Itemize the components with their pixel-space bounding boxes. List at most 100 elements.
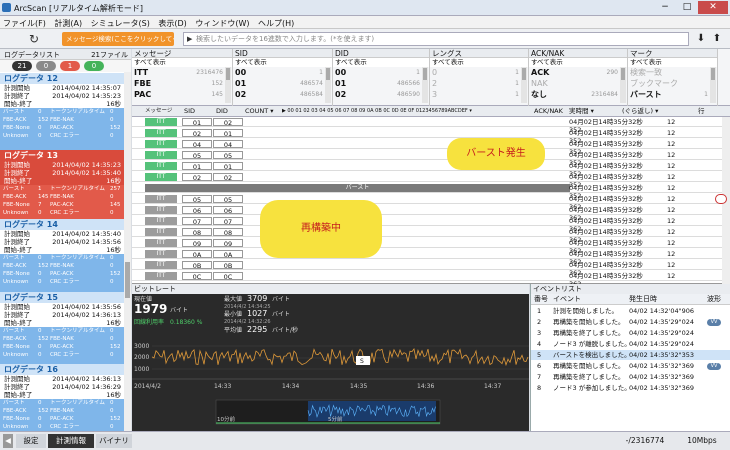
table-row[interactable]: ITT 01 01 04月02日14時35分32秒352 12 (132, 161, 722, 178)
col-message[interactable]: メッセージ (145, 106, 172, 117)
menu-file[interactable]: ファイル(F) (0, 16, 49, 29)
col-wrap[interactable]: (ぐら返し) ▾ (622, 106, 658, 117)
filter-option[interactable]: 01 486566 (333, 78, 429, 89)
search-next-icon[interactable]: ⬇ (694, 32, 708, 46)
event-row[interactable]: 3 再構築を終了しました。 04/02 14:35'29"024 (531, 328, 730, 338)
filter-option[interactable]: 00 1 (233, 67, 332, 78)
event-row[interactable]: 5 バーストを検出しました。 04/02 14:35'32"353 (531, 350, 730, 360)
table-row[interactable]: ITT 06 06 04月02日14時35分32秒362 12 (132, 205, 722, 222)
filter-scrollbar[interactable] (225, 67, 231, 103)
pill-all[interactable]: 21 (12, 61, 32, 71)
close-button[interactable]: ✕ (698, 1, 728, 14)
filter-option[interactable]: 01 (430, 67, 528, 78)
table-row[interactable]: ITT 0C 0C 04月02日14時35分32秒362 12 (132, 271, 722, 288)
filter-option[interactable]: NAK (529, 78, 627, 89)
col-event[interactable]: イベント (553, 294, 581, 305)
table-row[interactable]: ITT 05 05 04月02日14時35分32秒362 12 (132, 194, 722, 211)
log-group[interactable]: ログデータ 16 計測開始 2014/04/02 14:36:13 計測終了 2014/… (0, 364, 124, 434)
tab-prev-icon[interactable]: ◀ (3, 434, 13, 448)
search-prev-icon[interactable]: ⬆ (710, 32, 724, 46)
event-row[interactable]: 8 ノード3 が参加しました。 04/02 14:35'32"369 (531, 383, 730, 393)
log-group[interactable]: ログデータ 14 計測開始 2014/04/02 14:35:40 計測終了 2014/… (0, 219, 124, 292)
filter-scrollbar[interactable] (620, 67, 626, 103)
table-row[interactable]: ITT 0A 0A 04月02日14時35分32秒362 12 (132, 249, 722, 266)
event-row[interactable]: 4 ノード3 が離脱しました。 04/02 14:35'29"024 (531, 339, 730, 349)
col-line[interactable]: 行 (698, 106, 705, 117)
tab-measurement-info[interactable]: 計測情報 (48, 434, 94, 448)
col-event-time[interactable]: 発生日時 (629, 294, 657, 305)
y-tick-2000: 2000 (134, 354, 149, 361)
event-row[interactable]: 6 再構築を開始しました。 04/02 14:35'32"369 VV (531, 361, 730, 371)
left-scrollbar[interactable] (124, 72, 131, 431)
table-row[interactable]: バースト 04月02日14時35分32秒352 12 (132, 183, 722, 200)
table-row[interactable]: ITT 09 09 04月02日14時35分32秒362 12 (132, 238, 722, 255)
filter-option[interactable]: なし 2316484 (529, 89, 627, 100)
filter-select-all[interactable]: すべて表示 (233, 58, 332, 67)
bitrate-chart[interactable]: 3000 2000 1000 S 2014/4/2 14:33 14:34 14… (132, 338, 529, 431)
table-row[interactable]: ITT 0B 0B 04月02日14時35分32秒362 12 (132, 260, 722, 277)
tab-settings[interactable]: 設定 (16, 434, 46, 448)
filter-option[interactable]: FBE 152 (132, 78, 232, 89)
event-row[interactable]: 7 再構築を終了しました。 04/02 14:35'32"369 (531, 372, 730, 382)
filter-select-all[interactable]: すべて表示 (628, 58, 717, 67)
event-row[interactable]: 1 計測を開始しました。 04/02 14:32'04"906 (531, 306, 730, 316)
filter-option[interactable]: 21 (430, 78, 528, 89)
scroll-marker-icon[interactable] (715, 194, 727, 204)
filter-option[interactable]: 31 (430, 89, 528, 100)
menu-view[interactable]: 表示(D) (155, 16, 189, 29)
filter-option[interactable]: PAC 145 (132, 89, 232, 100)
filter-select-all[interactable]: すべて表示 (132, 58, 232, 67)
col-acknak[interactable]: ACK/NAK (534, 106, 563, 117)
col-count[interactable]: COUNT ▾ (245, 106, 274, 117)
filter-option-count: 1 (515, 69, 519, 76)
col-hex[interactable]: ▶ 00 01 02 03 04 05 06 07 08 09 0A 0B 0C… (282, 106, 472, 117)
event-row[interactable]: 2 再構築を開始しました。 04/02 14:35'29"024 VV (531, 317, 730, 327)
menu-simulator[interactable]: シミュレータ(S) (88, 16, 153, 29)
tab-binary[interactable]: バイナリ (96, 434, 132, 448)
menu-help[interactable]: ヘルプ(H) (255, 16, 297, 29)
col-wave[interactable]: 波形 (707, 294, 721, 305)
log-group[interactable]: ログデータ 15 計測開始 2014/04/02 14:35:56 計測終了 2014/… (0, 292, 124, 364)
filter-scrollbar[interactable] (710, 67, 716, 103)
log-group[interactable]: ログデータ 12 計測開始 2014/04/02 14:35:07 計測終了 2014/… (0, 73, 124, 150)
filter-option[interactable]: 検索一致 (628, 67, 717, 78)
filter-option[interactable]: バースト 1 (628, 89, 717, 100)
waveform-icon[interactable]: VV (707, 362, 721, 370)
col-did[interactable]: DID (216, 106, 228, 117)
pill-red[interactable]: 1 (60, 61, 80, 71)
col-sid[interactable]: SID (184, 106, 195, 117)
filter-scrollbar[interactable] (422, 67, 428, 103)
filter-option[interactable]: ブックマーク (628, 78, 717, 89)
message-search-button[interactable]: メッセージ検索(ここをクリックしてください) (62, 32, 174, 46)
refresh-icon[interactable]: ↻ (26, 32, 42, 46)
table-row[interactable]: ITT 04 04 04月02日14時35分32秒352 12 (132, 139, 722, 156)
table-row[interactable]: ITT 02 02 04月02日14時35分32秒352 12 (132, 172, 722, 189)
filter-scrollbar[interactable] (521, 67, 527, 103)
hex-search-input[interactable]: ▶ 検索したいデータを16進数で入力します。(*を使えます) (183, 32, 689, 46)
table-row[interactable]: ITT 07 07 04月02日14時35分32秒362 12 (132, 216, 722, 233)
filter-option[interactable]: ITT 2316476 (132, 67, 232, 78)
menu-measure[interactable]: 計測(A) (51, 16, 85, 29)
filter-option[interactable]: ACK 290 (529, 67, 627, 78)
maximize-button[interactable]: □ (676, 1, 698, 14)
filter-select-all[interactable]: すべて表示 (430, 58, 528, 67)
filter-select-all[interactable]: すべて表示 (529, 58, 627, 67)
table-row[interactable]: ITT 02 01 04月02日14時35分32秒352 12 (132, 128, 722, 145)
filter-option[interactable]: 00 1 (333, 67, 429, 78)
pill-gray[interactable]: 0 (36, 61, 56, 71)
table-row[interactable]: ITT 01 02 04月02日14時35分32秒352 12 (132, 117, 722, 134)
filter-option[interactable]: 02 486584 (233, 89, 332, 100)
log-group[interactable]: ログデータ 13 計測開始 2014/04/02 14:35:23 計測終了 2014/… (0, 150, 124, 219)
table-row[interactable]: ITT 05 05 04月02日14時35分32秒352 12 (132, 150, 722, 167)
minimize-button[interactable]: − (654, 1, 676, 14)
waveform-icon[interactable]: VV (707, 318, 721, 326)
filter-select-all[interactable]: すべて表示 (333, 58, 429, 67)
table-row[interactable]: ITT 08 08 04月02日14時35分32秒362 12 (132, 227, 722, 244)
filter-option[interactable]: 02 486590 (333, 89, 429, 100)
col-realtime[interactable]: 実時間 ▾ (569, 106, 594, 117)
filter-option[interactable]: 01 486574 (233, 78, 332, 89)
col-event-no[interactable]: 番号 (534, 294, 548, 305)
filter-scrollbar[interactable] (325, 67, 331, 103)
menu-window[interactable]: ウィンドウ(W) (192, 16, 252, 29)
pill-green[interactable]: 0 (84, 61, 104, 71)
